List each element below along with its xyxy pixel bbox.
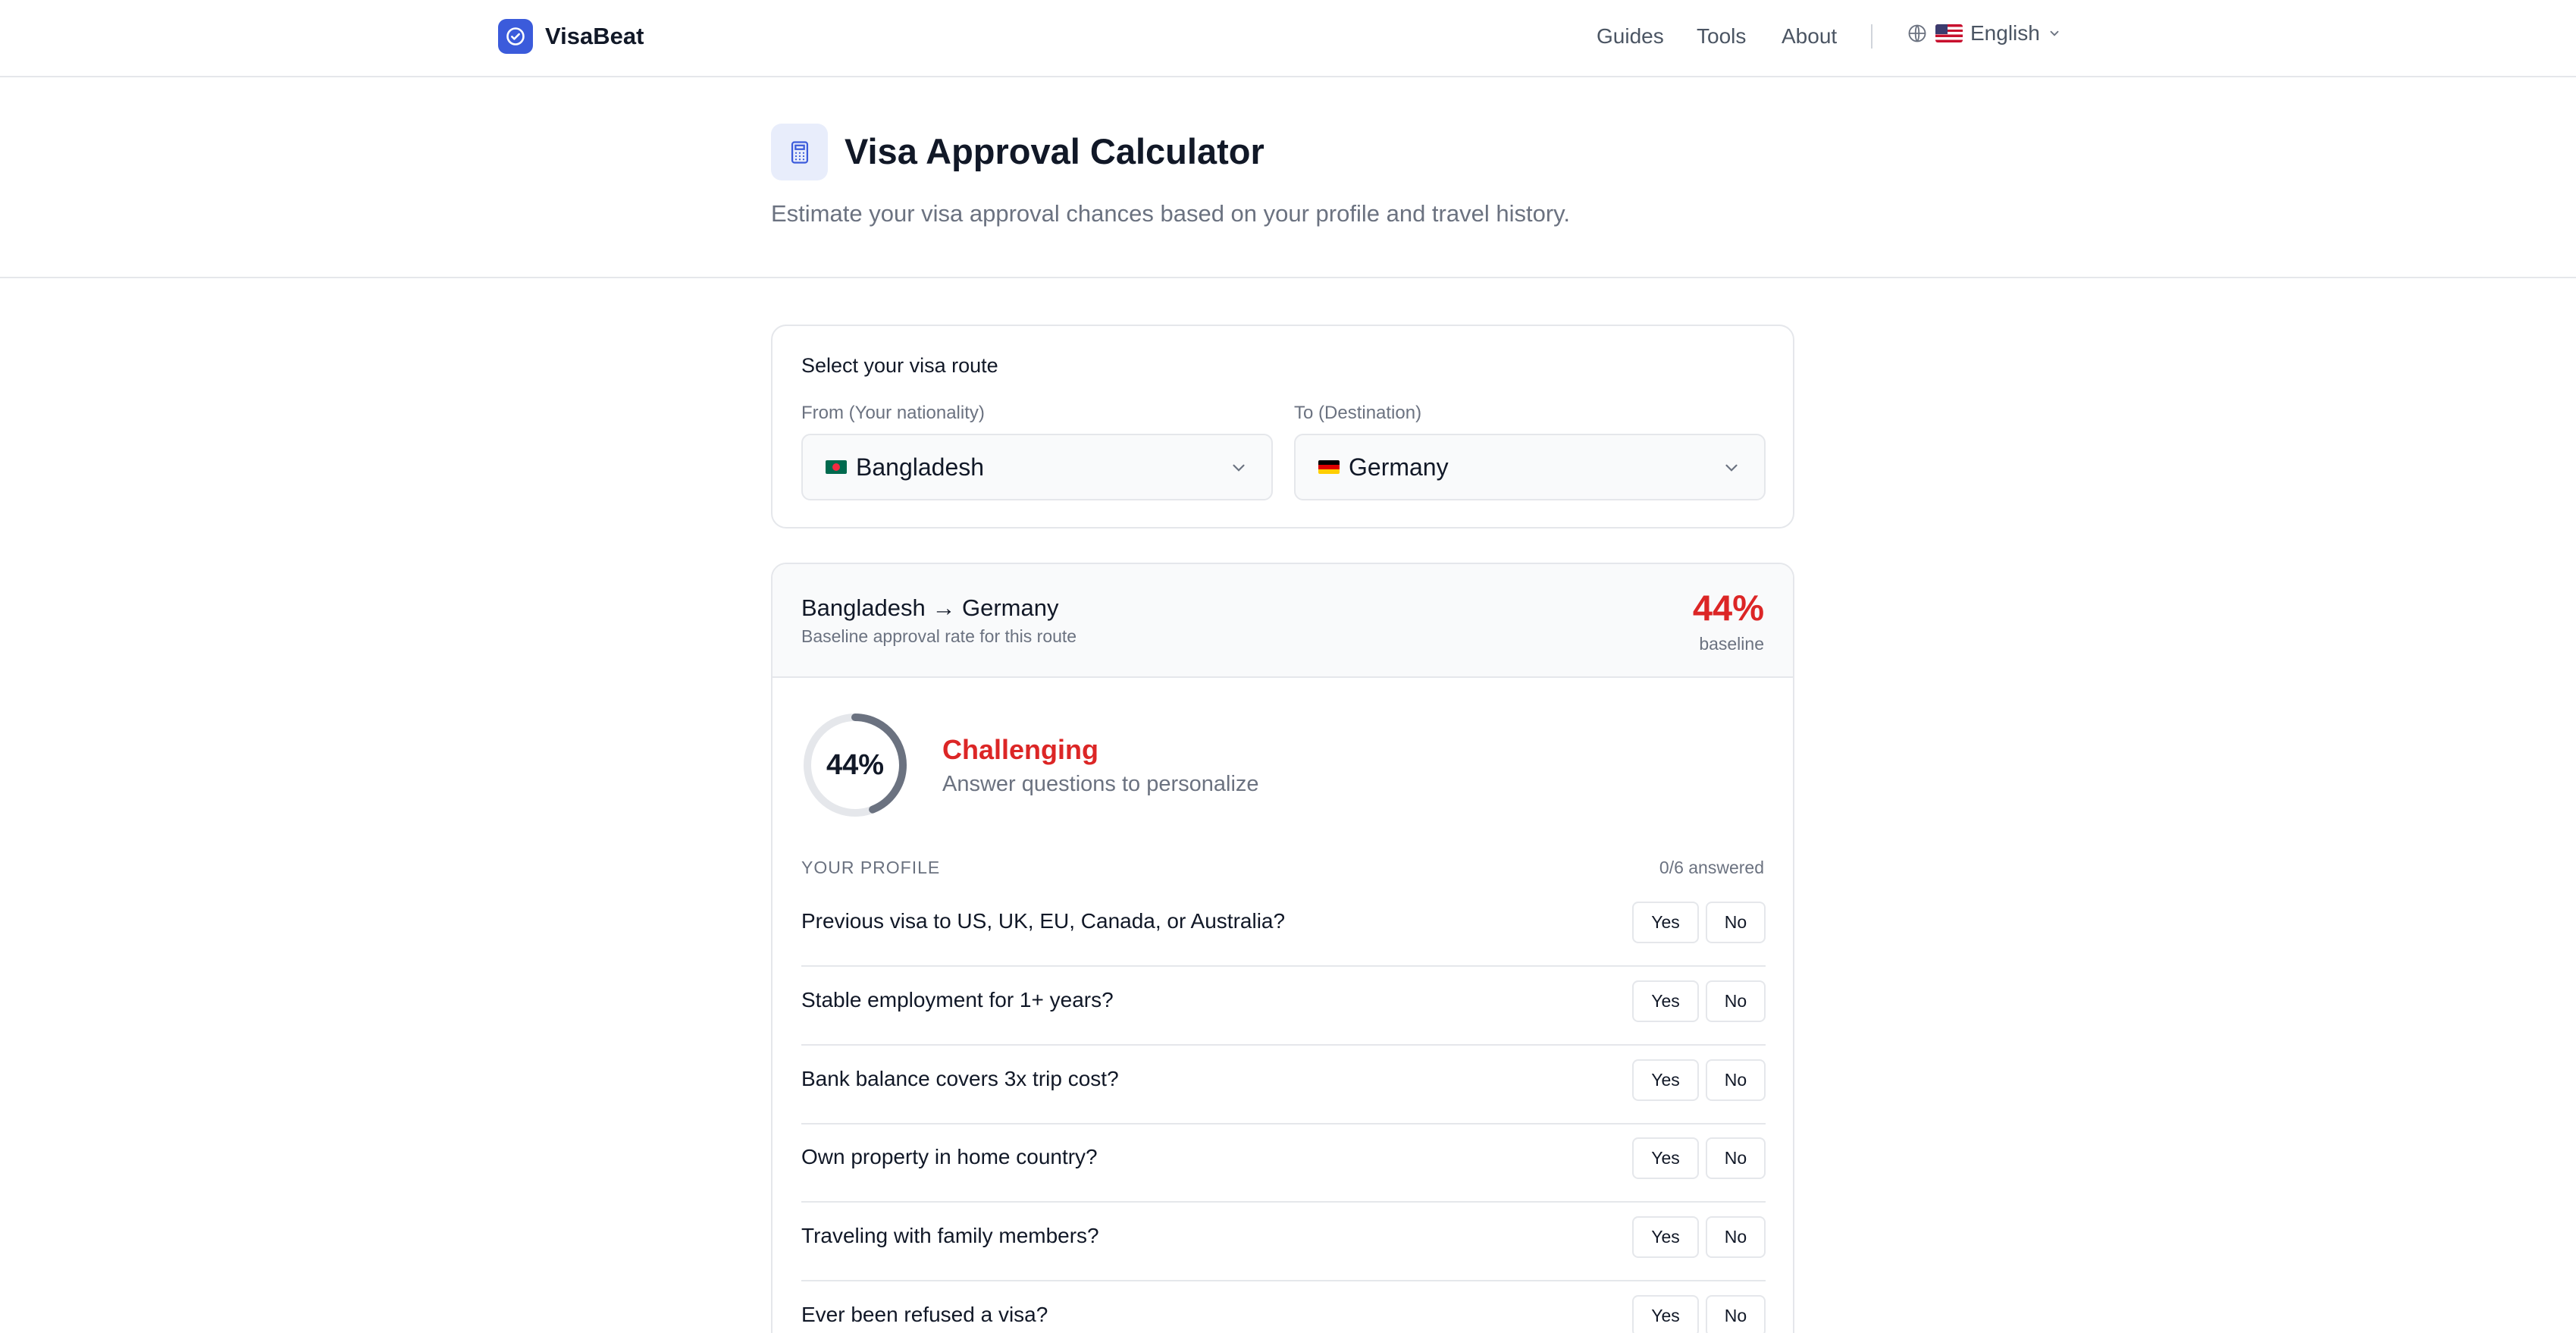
- profile-question-row: Traveling with family members? Yes No: [801, 1203, 1766, 1281]
- profile-question-row: Ever been refused a visa? Yes No: [801, 1281, 1766, 1333]
- no-button[interactable]: No: [1706, 1137, 1766, 1179]
- brand-name: VisaBeat: [545, 23, 644, 49]
- nav-link-about[interactable]: About: [1782, 24, 1837, 49]
- to-label: To (Destination): [1294, 403, 1422, 423]
- no-button[interactable]: No: [1706, 980, 1766, 1022]
- check-circle-icon: [498, 19, 533, 54]
- approval-result-card: Bangladesh → Germany Baseline approval r…: [771, 563, 1794, 1333]
- to-destination-select[interactable]: Germany: [1294, 434, 1766, 500]
- page-title: Visa Approval Calculator: [845, 131, 1264, 171]
- page-subtitle: Estimate your visa approval chances base…: [771, 200, 1570, 227]
- page-header: Visa Approval Calculator Estimate your v…: [0, 77, 2576, 278]
- route-card-heading: Select your visa route: [801, 354, 998, 377]
- profile-question-row: Own property in home country? Yes No: [801, 1124, 1766, 1203]
- no-button[interactable]: No: [1706, 1216, 1766, 1258]
- nav-link-tools[interactable]: Tools: [1697, 24, 1746, 49]
- us-flag-icon: [1935, 24, 1963, 42]
- result-header: Bangladesh → Germany Baseline approval r…: [772, 564, 1793, 678]
- language-label: English: [1970, 21, 2040, 45]
- yes-button[interactable]: Yes: [1632, 902, 1699, 943]
- language-selector[interactable]: English: [1907, 21, 2061, 45]
- verdict-hint: Answer questions to personalize: [942, 772, 1259, 796]
- bangladesh-flag-icon: [826, 460, 847, 474]
- from-value: Bangladesh: [856, 453, 985, 481]
- profile-question-row: Bank balance covers 3x trip cost? Yes No: [801, 1046, 1766, 1124]
- profile-question-row: Previous visa to US, UK, EU, Canada, or …: [801, 888, 1766, 967]
- globe-icon: [1908, 24, 1926, 42]
- nav-divider: [1871, 24, 1872, 49]
- question-text: Ever been refused a visa?: [801, 1303, 1048, 1326]
- answered-count: 0/6 answered: [1659, 858, 1764, 877]
- top-navbar: VisaBeat Guides Tools About English: [0, 0, 2576, 77]
- yes-button[interactable]: Yes: [1632, 1059, 1699, 1101]
- question-text: Bank balance covers 3x trip cost?: [801, 1067, 1119, 1090]
- yes-button[interactable]: Yes: [1632, 1295, 1699, 1333]
- yes-button[interactable]: Yes: [1632, 1216, 1699, 1258]
- baseline-percentage: 44%: [1692, 588, 1764, 628]
- route-summary: Bangladesh → Germany: [801, 594, 1059, 621]
- calculator-icon: [771, 124, 828, 180]
- chevron-down-icon: [2050, 30, 2059, 36]
- route-selection-card: Select your visa route From (Your nation…: [771, 325, 1794, 528]
- no-button[interactable]: No: [1706, 1059, 1766, 1101]
- route-summary-subtitle: Baseline approval rate for this route: [801, 626, 1077, 646]
- question-text: Stable employment for 1+ years?: [801, 988, 1114, 1012]
- approval-verdict: Challenging: [942, 734, 1098, 765]
- profile-question-row: Stable employment for 1+ years? Yes No: [801, 967, 1766, 1046]
- question-text: Previous visa to US, UK, EU, Canada, or …: [801, 909, 1286, 933]
- chevron-down-icon: [1233, 464, 1245, 472]
- no-button[interactable]: No: [1706, 902, 1766, 943]
- chevron-down-icon: [1725, 464, 1738, 472]
- no-button[interactable]: No: [1706, 1295, 1766, 1333]
- to-value: Germany: [1349, 453, 1449, 481]
- gauge-percentage: 44%: [826, 748, 885, 781]
- profile-section-label: YOUR PROFILE: [801, 858, 941, 877]
- question-text: Traveling with family members?: [801, 1224, 1099, 1247]
- germany-flag-icon: [1318, 460, 1340, 474]
- question-text: Own property in home country?: [801, 1145, 1098, 1168]
- from-nationality-select[interactable]: Bangladesh: [801, 434, 1273, 500]
- baseline-label: baseline: [1699, 634, 1764, 654]
- yes-button[interactable]: Yes: [1632, 980, 1699, 1022]
- brand-logo[interactable]: VisaBeat: [498, 19, 644, 54]
- nav-link-guides[interactable]: Guides: [1597, 24, 1664, 49]
- from-label: From (Your nationality): [801, 403, 985, 423]
- yes-button[interactable]: Yes: [1632, 1137, 1699, 1179]
